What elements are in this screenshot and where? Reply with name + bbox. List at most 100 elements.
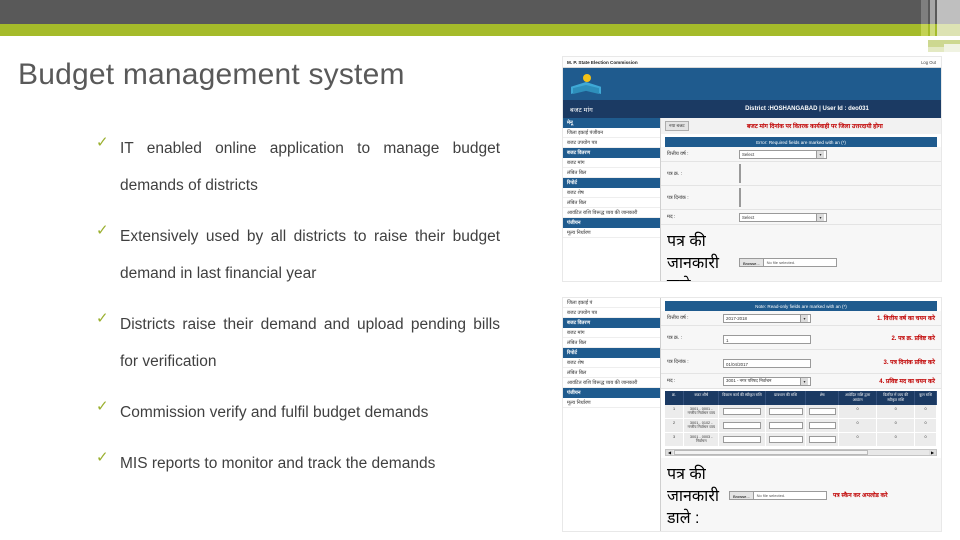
new-budget-button[interactable]: नया बजट	[665, 121, 689, 131]
cell-sanctioned-input[interactable]	[722, 408, 762, 415]
page-title: Budget management system	[18, 58, 405, 91]
budget-head-select[interactable]: 3001 - नगर परिषद निर्वाचन ▾	[723, 376, 811, 386]
sidebar-item-registration[interactable]: जिला इकाई पं	[563, 298, 660, 308]
app-body: मेनू जिला इकाई पंजीयन बजट उपयोग पत्र बजट…	[563, 118, 941, 281]
browse-button[interactable]: Browse...	[740, 258, 764, 266]
sidebar-item-pending-bills[interactable]: लंबित बिल	[563, 338, 660, 348]
context-bar: बजट मांग District :HOSHANGABAD | User Id…	[563, 100, 941, 118]
check-icon: ✓	[96, 221, 109, 239]
banner-green-accent-1	[921, 24, 928, 36]
list-item: ✓ Commission verify and fulfil budget de…	[96, 394, 500, 431]
check-icon: ✓	[96, 133, 109, 151]
cell-sanctioned-input[interactable]	[722, 436, 762, 443]
cell-demanded: 0	[839, 405, 878, 418]
sidebar-item-budget-balance[interactable]: बजट शेष	[563, 188, 660, 198]
panel-header: Note: Read-only fields are marked with a…	[665, 301, 937, 311]
site-logo-band	[563, 68, 941, 100]
annotation-4: 4. प्रविष्ट मद का चयन करे	[879, 379, 935, 385]
annotation-1: 1. वित्तीय वर्ष का चयन करे	[876, 316, 935, 322]
bullet-list: ✓ IT enabled online application to manag…	[96, 130, 500, 496]
screenshot-budget-demand-form: M. P. State Election Commission Log Out …	[562, 56, 942, 282]
file-upload-field[interactable]: Browse... No file selected.	[739, 257, 837, 267]
sidebar-item-allocation-expense[interactable]: आवंटित राशि विरूद्ध व्यय की जानकारी	[563, 208, 660, 218]
letter-date-input[interactable]: 01/04/2017	[723, 358, 811, 368]
sidebar-item-pending-bills[interactable]: लंबित बिल	[563, 168, 660, 178]
cell-provision-input[interactable]	[768, 436, 803, 443]
site-name: M. P. State Election Commission	[567, 59, 638, 65]
notice-bar: नया बजट बजट मांग दिनांक पर वितरक कार्यवा…	[661, 118, 941, 134]
cell-balance-input[interactable]	[808, 436, 836, 443]
sidebar-item-registration[interactable]: जिला इकाई पंजीयन	[563, 128, 660, 138]
scroll-left-icon[interactable]: ◀	[666, 450, 673, 455]
cell-provision-input[interactable]	[768, 422, 803, 429]
financial-year-select[interactable]: Select ▾	[739, 149, 827, 159]
budget-head-select[interactable]: Select ▾	[739, 212, 827, 222]
cell-total: 0	[915, 419, 937, 432]
banner-pale-strip	[944, 44, 960, 52]
horizontal-scrollbar[interactable]: ◀ ▶	[665, 449, 937, 456]
sidebar-item-utilization[interactable]: बजट उपयोग पत्र	[563, 308, 660, 318]
letter-number-label: पत्र क्र. :	[667, 170, 682, 177]
sidebar-item-allocation-expense[interactable]: आवंटित राशि विरूद्ध व्यय की जानकारी	[563, 378, 660, 388]
upload-label: पत्र की जानकारी डाले :	[667, 233, 720, 281]
banner-dark-band	[0, 0, 960, 24]
chevron-down-icon: ▾	[816, 150, 824, 158]
file-upload-field[interactable]: Browse... No file selected.	[729, 490, 827, 500]
cell-sno: 3	[665, 433, 685, 446]
sidebar-section-reports: रिपोर्ट	[563, 348, 660, 358]
cell-balance-input[interactable]	[808, 408, 836, 415]
sidebar-item-budget-balance[interactable]: बजट शेष	[563, 358, 660, 368]
sidebar-section-registration: पंजीयन	[563, 218, 660, 228]
table-row: 3 3001 - 0003 - निर्वाचन 0 0 0	[665, 433, 937, 447]
main-content: Note: Read-only fields are marked with a…	[661, 298, 941, 531]
form-row-upload: पत्र की जानकारी डाले : Browse... No file…	[661, 225, 941, 281]
annotation-3: 3. पत्र दिनांक प्रविष्ट करे	[883, 359, 936, 366]
panel-header: Error: Required fields are marked with a…	[665, 137, 937, 147]
annotation-2: 2. पत्र क्र. प्रविष्ट करे	[891, 335, 935, 342]
file-status-text: No file selected.	[756, 492, 786, 498]
banner-green-accent-2	[930, 24, 935, 36]
financial-year-label: वित्तीय वर्ष :	[667, 151, 689, 157]
cell-total: 0	[915, 405, 937, 418]
browse-button[interactable]: Browse...	[730, 491, 754, 499]
sidebar-item-utilization[interactable]: बजट उपयोग पत्र	[563, 138, 660, 148]
cell-sanctioned-input[interactable]	[722, 422, 762, 429]
cell-provision-input[interactable]	[768, 408, 803, 415]
chevron-down-icon: ▾	[800, 377, 808, 385]
sidebar-item-budget-demand[interactable]: बजट मांग	[563, 158, 660, 168]
cell-head: 3001 - 0102 - नगरीय निर्वाचन व्यय	[684, 419, 720, 432]
cell-distributed: 0	[877, 419, 916, 432]
letter-date-input[interactable]	[739, 187, 741, 207]
list-item: ✓ MIS reports to monitor and track the d…	[96, 445, 500, 482]
slide-top-banner	[0, 0, 960, 52]
cell-head: 3001 - 0001 - नगरीय निर्वाचन व्यय	[684, 405, 720, 418]
list-item: ✓ Extensively used by all districts to r…	[96, 218, 500, 292]
sidebar-item-valuation[interactable]: मूल्य निर्धारण	[563, 398, 660, 408]
scrollbar-thumb[interactable]	[674, 450, 869, 455]
sidebar-item-pending-bills-report[interactable]: लंबित बिल	[563, 368, 660, 378]
scroll-right-icon[interactable]: ▶	[929, 450, 936, 455]
cell-distributed: 0	[877, 405, 916, 418]
column-header-provision: प्रावधान की राशि	[766, 391, 807, 405]
form-row-letter-number: पत्र क्र. :	[661, 162, 941, 186]
sidebar-item-valuation[interactable]: मूल्य निर्धारण	[563, 228, 660, 238]
budget-head-value: Select	[742, 214, 755, 220]
letter-number-input[interactable]: 1	[723, 334, 811, 344]
cell-head: 3001 - 0003 - निर्वाचन	[684, 433, 720, 446]
chevron-down-icon: ▾	[816, 213, 824, 221]
table-row: 1 3001 - 0001 - नगरीय निर्वाचन व्यय 0 0 …	[665, 405, 937, 419]
table-header-row: क्र. बजट शीर्ष विकास कार्य की स्वीकृत रा…	[665, 391, 937, 405]
cell-balance-input[interactable]	[808, 422, 836, 429]
list-item-label: Districts raise their demand and upload …	[120, 316, 500, 370]
letter-number-input[interactable]	[739, 163, 741, 183]
logout-link[interactable]: Log Out	[921, 60, 936, 65]
letter-date-label: पत्र दिनांक :	[667, 358, 689, 365]
financial-year-select[interactable]: 2017-2018 ▾	[723, 313, 811, 323]
sidebar-item-pending-bills-report[interactable]: लंबित बिल	[563, 198, 660, 208]
sidebar-item-budget-demand[interactable]: बजट मांग	[563, 328, 660, 338]
form-row-letter-date: पत्र दिनांक : 01/04/2017 3. पत्र दिनांक …	[661, 350, 941, 374]
check-icon: ✓	[96, 448, 109, 466]
sidebar-section-distribution: बजट वितरण	[563, 148, 660, 158]
file-status-text: No file selected.	[766, 259, 796, 265]
column-header-budget-head: बजट शीर्ष	[684, 391, 720, 405]
